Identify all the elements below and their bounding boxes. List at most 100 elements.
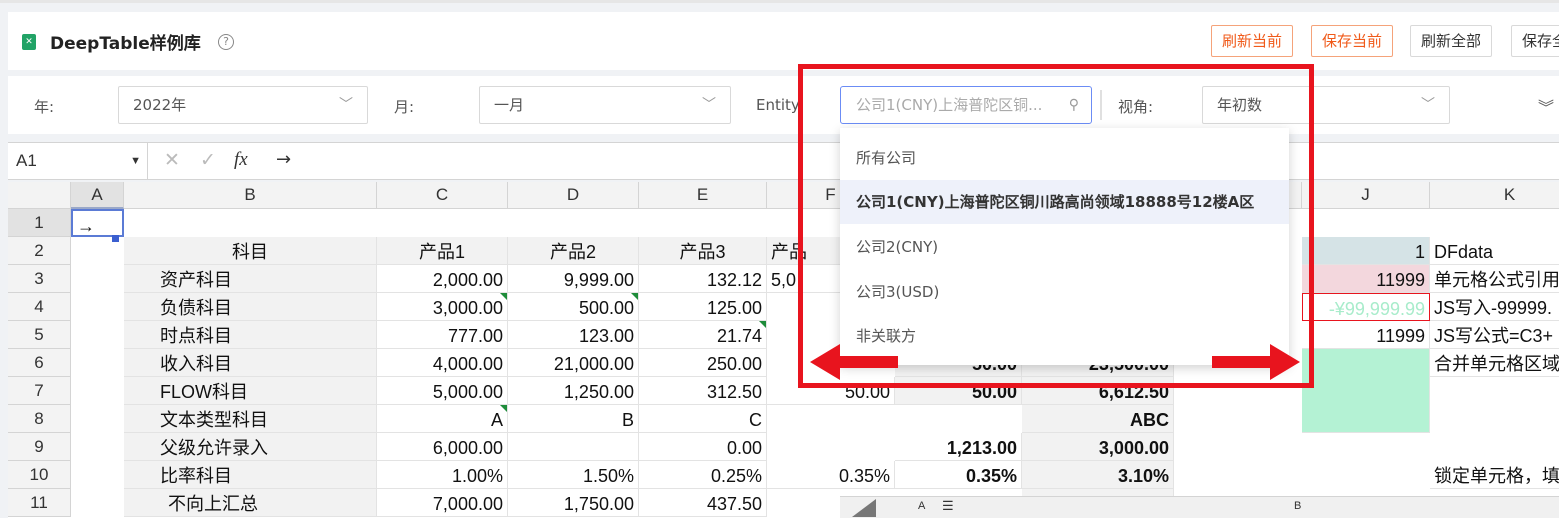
cell-e8[interactable]: C	[639, 405, 767, 433]
cell-f10[interactable]: 0.35%	[767, 461, 895, 489]
cell-b2[interactable]: 科目	[124, 237, 377, 265]
cell-b5[interactable]: 时点科目	[124, 321, 377, 349]
cell-d8[interactable]: B	[508, 405, 639, 433]
cell-k2[interactable]: DFdata	[1430, 237, 1559, 265]
cell-c6[interactable]: 4,000.00	[377, 349, 508, 377]
entity-option-company3[interactable]: 公司3(USD)	[840, 270, 1289, 314]
column-header-k[interactable]: K	[1430, 182, 1559, 209]
cell-e10[interactable]: 0.25%	[639, 461, 767, 489]
column-header-b[interactable]: B	[124, 182, 377, 209]
cell-e9[interactable]: 0.00	[639, 433, 767, 461]
cell-b9[interactable]: 父级允许录入	[124, 433, 377, 461]
row-header[interactable]: 7	[8, 377, 71, 405]
row-header[interactable]: 2	[8, 237, 71, 265]
row-header[interactable]: 10	[8, 461, 71, 489]
cell-c9[interactable]: 6,000.00	[377, 433, 508, 461]
cell-k3[interactable]: 单元格公式引用	[1430, 265, 1559, 293]
save-current-button[interactable]: 保存当前	[1311, 25, 1394, 57]
cell-c2[interactable]: 产品1	[377, 237, 508, 265]
cell-b4[interactable]: 负债科目	[124, 293, 377, 321]
cell-k10[interactable]: 锁定单元格，填	[1430, 461, 1559, 489]
cell-c4[interactable]: 3,000.00	[377, 293, 508, 321]
entity-search-input[interactable]: 公司1(CNY)上海普陀区铜... ⚲	[840, 86, 1092, 124]
cell-k4[interactable]: JS写入-99999.	[1430, 293, 1559, 321]
cell-b11[interactable]: 不向上汇总	[124, 489, 377, 517]
refresh-all-button[interactable]: 刷新全部	[1410, 25, 1493, 57]
sheet-tab-a[interactable]: A	[918, 500, 925, 512]
cell-j5[interactable]: 11999	[1302, 321, 1430, 349]
cell-e7[interactable]: 312.50	[639, 377, 767, 405]
cell-d5[interactable]: 123.00	[508, 321, 639, 349]
cell-e4[interactable]: 125.00	[639, 293, 767, 321]
cell-g9[interactable]: 1,213.00	[895, 433, 1022, 461]
cell-d6[interactable]: 21,000.00	[508, 349, 639, 377]
sheet-tab-b[interactable]: B	[1294, 500, 1301, 512]
cell-b10[interactable]: 比率科目	[124, 461, 377, 489]
fx-icon[interactable]: fx	[234, 149, 248, 171]
cell-b6[interactable]: 收入科目	[124, 349, 377, 377]
cell-j2[interactable]: 1	[1302, 237, 1430, 265]
row-header[interactable]: 4	[8, 293, 71, 321]
save-all-button[interactable]: 保存全	[1511, 25, 1559, 57]
cell-e5[interactable]: 21.74	[639, 321, 767, 349]
cell-d10[interactable]: 1.50%	[508, 461, 639, 489]
cell-e6[interactable]: 250.00	[639, 349, 767, 377]
refresh-current-button[interactable]: 刷新当前	[1211, 25, 1294, 57]
row-header[interactable]: 6	[8, 349, 71, 377]
cell-c11[interactable]: 7,000.00	[377, 489, 508, 517]
cell-d4[interactable]: 500.00	[508, 293, 639, 321]
cell-d7[interactable]: 1,250.00	[508, 377, 639, 405]
cell-h7[interactable]: 6,612.50	[1022, 377, 1174, 405]
double-chevron-down-icon[interactable]: ︾	[1538, 94, 1554, 118]
row-header[interactable]: 8	[8, 405, 71, 433]
cell-h9[interactable]: 3,000.00	[1022, 433, 1174, 461]
column-header-a[interactable]: A	[71, 182, 124, 209]
cell-c10[interactable]: 1.00%	[377, 461, 508, 489]
check-icon[interactable]: ✓	[200, 149, 216, 171]
cell-b7[interactable]: FLOW科目	[124, 377, 377, 405]
row-header[interactable]: 5	[8, 321, 71, 349]
row-header[interactable]: 9	[8, 433, 71, 461]
cell-e3[interactable]: 132.12	[639, 265, 767, 293]
cell-c8[interactable]: A	[377, 405, 508, 433]
row-header[interactable]: 11	[8, 489, 71, 517]
menu-icon[interactable]: ☰	[942, 498, 954, 514]
cell-c7[interactable]: 5,000.00	[377, 377, 508, 405]
cell-b3[interactable]: 资产科目	[124, 265, 377, 293]
cell-j4[interactable]: -¥99,999.99	[1302, 293, 1430, 321]
cell-g10[interactable]: 0.35%	[895, 461, 1022, 489]
entity-option-company2[interactable]: 公司2(CNY)	[840, 225, 1289, 269]
column-header-j[interactable]: J	[1302, 182, 1430, 209]
cell-d3[interactable]: 9,999.00	[508, 265, 639, 293]
column-header-d[interactable]: D	[508, 182, 639, 209]
cell-c5[interactable]: 777.00	[377, 321, 508, 349]
cancel-icon[interactable]: ✕	[164, 149, 180, 171]
formula-input[interactable]: →	[276, 149, 291, 170]
cell-k5[interactable]: JS写公式=C3+	[1430, 321, 1559, 349]
cell-d11[interactable]: 1,750.00	[508, 489, 639, 517]
spreadsheet-grid[interactable]: A B C D E F J K 1 2 3 4 5 6 7 8 9 10 11 …	[8, 182, 1559, 518]
column-header-e[interactable]: E	[639, 182, 767, 209]
cell-k6[interactable]: 合并单元格区域	[1430, 349, 1559, 377]
cell-d2[interactable]: 产品2	[508, 237, 639, 265]
row-header[interactable]: 1	[8, 209, 71, 237]
year-select[interactable]: 2022年 ﹀	[118, 86, 368, 124]
cell-h8[interactable]: ABC	[1022, 405, 1174, 433]
cell-d9[interactable]	[508, 433, 639, 461]
cell-g7[interactable]: 50.00	[895, 377, 1022, 405]
cell-c3[interactable]: 2,000.00	[377, 265, 508, 293]
cell-j6-merged[interactable]	[1302, 349, 1430, 433]
entity-option-all[interactable]: 所有公司	[840, 136, 1289, 180]
month-select[interactable]: 一月 ﹀	[479, 86, 731, 124]
row-header[interactable]: 3	[8, 265, 71, 293]
cell-e11[interactable]: 437.50	[639, 489, 767, 517]
cell-b8[interactable]: 文本类型科目	[124, 405, 377, 433]
question-circle-icon[interactable]: ?	[218, 34, 234, 50]
entity-option-company1[interactable]: 公司1(CNY)上海普陀区铜川路高尚领域18888号12楼A区	[840, 180, 1289, 224]
fill-handle[interactable]	[112, 235, 119, 242]
cell-j3[interactable]: 11999	[1302, 265, 1430, 293]
view-select[interactable]: 年初数 ﹀	[1202, 86, 1450, 124]
cell-h10[interactable]: 3.10%	[1022, 461, 1174, 489]
name-box[interactable]: A1 ▼	[8, 143, 148, 179]
cell-a1[interactable]: →	[71, 209, 124, 237]
